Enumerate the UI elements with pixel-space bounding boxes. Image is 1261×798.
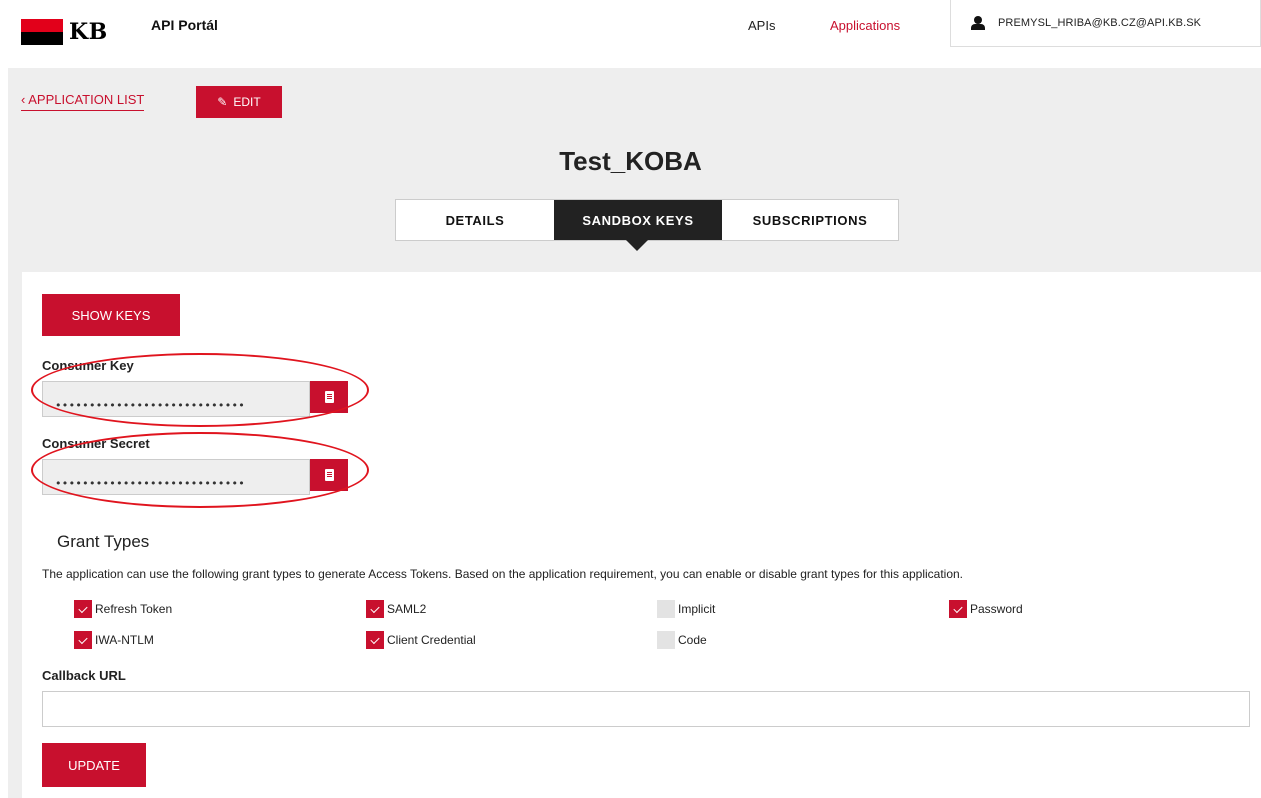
grant-label: IWA-NTLM — [95, 633, 154, 647]
application-list-label: APPLICATION LIST — [28, 92, 145, 107]
grant-label: Refresh Token — [95, 602, 173, 616]
grant-client-credential-checkbox[interactable]: Client Credential — [366, 631, 476, 649]
checkbox-checked — [366, 631, 384, 649]
grant-label: Password — [970, 602, 1023, 616]
show-keys-button[interactable]: SHOW KEYS — [42, 294, 180, 336]
consumer-secret-label: Consumer Secret — [42, 436, 150, 451]
grant-iwa-ntlm-checkbox[interactable]: IWA-NTLM — [74, 631, 154, 649]
update-button[interactable]: UPDATE — [42, 743, 146, 787]
grant-label: Code — [678, 633, 707, 647]
callback-url-input[interactable] — [42, 691, 1250, 727]
app-tabs: DETAILS SANDBOX KEYS SUBSCRIPTIONS — [395, 199, 899, 251]
pencil-icon: ✎ — [217, 95, 228, 109]
top-header: KB API Portál APIs Applications PREMYSL_… — [0, 0, 1261, 66]
consumer-key-label: Consumer Key — [42, 358, 134, 373]
checkbox-checked — [366, 600, 384, 618]
clipboard-icon — [324, 469, 334, 481]
user-email: PREMYSL_HRIBA@KB.CZ@API.KB.SK — [998, 17, 1202, 29]
copy-consumer-key-button[interactable] — [310, 381, 348, 413]
nav-applications-link[interactable]: Applications — [830, 18, 900, 33]
grant-types-title: Grant Types — [57, 532, 150, 551]
grant-types-description: The application can use the following gr… — [42, 567, 964, 581]
page-title: Test_KOBA — [559, 146, 702, 176]
grant-refresh-token-checkbox[interactable]: Refresh Token — [74, 600, 172, 618]
checkbox-checked — [949, 600, 967, 618]
grant-label: SAML2 — [387, 602, 427, 616]
kb-logo-mark — [21, 19, 63, 45]
grant-label: Client Credential — [387, 633, 476, 647]
edit-label: EDIT — [233, 95, 261, 109]
checkbox-checked — [74, 600, 92, 618]
user-icon — [971, 16, 985, 30]
user-menu[interactable]: PREMYSL_HRIBA@KB.CZ@API.KB.SK — [950, 0, 1261, 47]
kb-logo[interactable]: KB — [21, 19, 108, 45]
grant-saml2-checkbox[interactable]: SAML2 — [366, 600, 426, 618]
grant-password-checkbox[interactable]: Password — [949, 600, 1023, 618]
consumer-key-field[interactable] — [42, 381, 310, 417]
tab-subscriptions[interactable]: SUBSCRIPTIONS — [722, 200, 898, 240]
nav-apis-link[interactable]: APIs — [748, 18, 775, 33]
checkbox-unchecked — [657, 631, 675, 649]
left-gutter — [8, 272, 22, 798]
copy-consumer-secret-button[interactable] — [310, 459, 348, 491]
checkbox-checked — [74, 631, 92, 649]
portal-name[interactable]: API Portál — [151, 17, 218, 33]
edit-button[interactable]: ✎ EDIT — [196, 86, 282, 118]
tab-sandbox-keys[interactable]: SANDBOX KEYS — [554, 200, 722, 251]
application-list-link[interactable]: ‹ APPLICATION LIST — [21, 92, 145, 111]
grant-label: Implicit — [678, 602, 716, 616]
tab-details[interactable]: DETAILS — [396, 200, 554, 240]
clipboard-icon — [324, 391, 334, 403]
consumer-secret-field[interactable] — [42, 459, 310, 495]
grant-code-checkbox[interactable]: Code — [657, 631, 707, 649]
grant-implicit-checkbox[interactable]: Implicit — [657, 600, 715, 618]
checkbox-unchecked — [657, 600, 675, 618]
kb-logo-text: KB — [69, 19, 108, 45]
callback-url-label: Callback URL — [42, 668, 126, 683]
